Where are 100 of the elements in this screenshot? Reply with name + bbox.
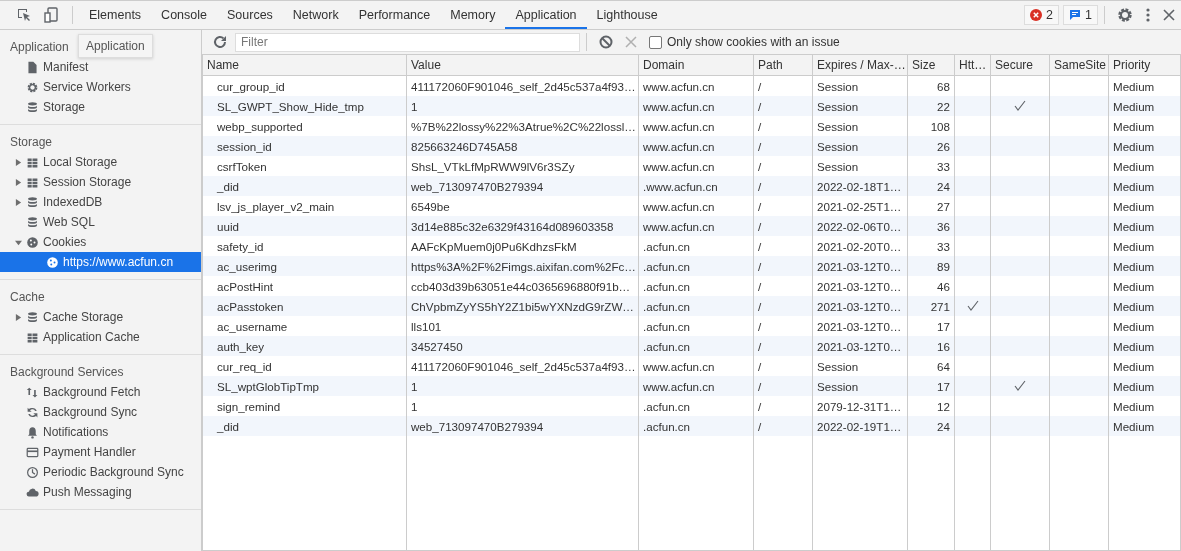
table-cell: acPasstoken	[217, 299, 284, 313]
table-row[interactable]: uuid 3d14e885c32e6329f43164d089603358 www.acfun.cn / 2022-02-06T0… 36 Medium	[202, 216, 1181, 236]
table-cell: auth_key	[217, 339, 265, 353]
inspect-icon[interactable]	[16, 7, 32, 23]
collapsed-arrow-icon[interactable]	[15, 198, 22, 206]
up-down-arrows-icon	[26, 385, 39, 399]
table-row[interactable]: _did web_713097470B279394 .www.acfun.cn / 2022-02-18T1… 24 Medium	[202, 176, 1181, 196]
table-cell: 33	[937, 239, 950, 253]
sidebar-item[interactable]: Notifications	[0, 422, 201, 442]
table-cell: 27	[937, 199, 950, 213]
section-title: Storage	[9, 134, 53, 151]
table-row[interactable]: _did web_713097470B279394 .acfun.cn / 2022-02-19T1… 24 Medium	[202, 416, 1181, 436]
table-cell: 1	[411, 99, 418, 113]
table-cell: AAFcKpMuem0j0Pu6KdhzsFkM	[411, 239, 577, 253]
sidebar-item[interactable]: https://www.acfun.cn	[0, 252, 201, 272]
table-row[interactable]: auth_key 34527450 .acfun.cn / 2021-03-12T0… 16 Medium	[202, 336, 1181, 356]
column-header[interactable]: Secure	[990, 55, 1050, 76]
table-cell: www.acfun.cn	[643, 199, 715, 213]
panel-tab[interactable]: Elements	[79, 1, 152, 29]
gear-icon	[26, 80, 39, 94]
close-icon[interactable]	[1163, 9, 1175, 21]
panel-tab[interactable]: Lighthouse	[586, 1, 668, 29]
table-cell: 33	[937, 159, 950, 173]
sidebar-item[interactable]: Web SQL	[0, 212, 201, 232]
messages-badge[interactable]: 1	[1063, 5, 1098, 25]
sidebar-item[interactable]: IndexedDB	[0, 192, 201, 212]
table-cell: 1	[411, 399, 418, 413]
table-cell: /	[758, 79, 762, 93]
table-cell: Medium	[1113, 279, 1155, 293]
table-cell: www.acfun.cn	[643, 359, 715, 373]
table-cell: sign_remind	[217, 399, 281, 413]
sidebar-item[interactable]: Manifest	[0, 57, 201, 77]
collapsed-arrow-icon[interactable]	[15, 178, 22, 186]
column-header[interactable]: Expires / Max-…	[812, 55, 908, 76]
table-cell: 825663246D745A58	[411, 139, 518, 153]
sidebar-item[interactable]: Service Workers	[0, 77, 201, 97]
table-cell: 16	[937, 339, 950, 353]
sidebar-item[interactable]: Local Storage	[0, 152, 201, 172]
cookie-icon	[46, 255, 59, 269]
table-cell: Session	[817, 99, 859, 113]
collapsed-arrow-icon[interactable]	[15, 158, 22, 166]
table-cell: 2021-02-25T1…	[817, 199, 902, 213]
filter-field[interactable]: Filter	[235, 32, 580, 52]
column-header[interactable]: Domain	[638, 55, 754, 76]
sidebar-item[interactable]: Background Sync	[0, 402, 201, 422]
table-cell: 64	[937, 359, 950, 373]
column-header[interactable]: Htt…	[954, 55, 991, 76]
panel-tab[interactable]: Network	[282, 1, 349, 29]
panel-tab[interactable]: Console	[151, 1, 217, 29]
column-header[interactable]: Priority	[1108, 55, 1181, 76]
column-header[interactable]: SameSite	[1049, 55, 1109, 76]
table-cell: /	[758, 419, 762, 433]
refresh-icon[interactable]	[213, 35, 227, 49]
column-header[interactable]: Size	[907, 55, 955, 76]
table-cell: /	[758, 259, 762, 273]
errors-badge[interactable]: 2	[1024, 5, 1060, 25]
device-icon[interactable]	[44, 7, 60, 23]
sidebar-item[interactable]: Application Cache	[0, 327, 201, 347]
table-cell: web_713097470B279394	[411, 179, 544, 193]
table-cell: 12	[937, 399, 950, 413]
sidebar-item[interactable]: Cookies	[0, 232, 201, 252]
panel-tab[interactable]: Memory	[440, 1, 506, 29]
table-cell: cur_group_id	[217, 79, 285, 93]
table-icon	[26, 175, 39, 189]
table-cell: %7B%22lossy%22%3Atrue%2C%22lossl…	[411, 119, 636, 133]
table-row[interactable]: SL_GWPT_Show_Hide_tmp 1 www.acfun.cn / Session 22 Medium	[202, 96, 1181, 116]
table-cell: csrfToken	[217, 159, 267, 173]
table-row[interactable]: acPasstoken ChVpbmZyYS5hY2Z1bi5wYXNzdG9rZW… .acfun.cn / 2021-03-12T0… 271 Medium	[202, 296, 1181, 316]
table-cell: 2022-02-18T1…	[817, 179, 902, 193]
sidebar-item[interactable]: Payment Handler	[0, 442, 201, 462]
checkbox[interactable]	[649, 35, 662, 49]
sidebar-item[interactable]: Push Messaging	[0, 482, 201, 502]
more-menu-icon[interactable]	[1145, 7, 1151, 23]
table-cell: 2021-03-12T0…	[817, 299, 902, 313]
sidebar-item[interactable]: Storage	[0, 97, 201, 117]
sidebar-item[interactable]: Cache Storage	[0, 307, 201, 327]
clear-all-icon[interactable]	[599, 35, 613, 49]
table-row[interactable]: session_id 825663246D745A58 www.acfun.cn / Session 26 Medium	[202, 136, 1181, 156]
table-cell: .acfun.cn	[643, 419, 691, 433]
sidebar-item[interactable]: Session Storage	[0, 172, 201, 192]
column-header[interactable]: Name	[202, 55, 407, 76]
panel-tab[interactable]: Sources	[217, 1, 283, 29]
collapsed-arrow-icon[interactable]	[15, 313, 22, 321]
bell-icon	[26, 425, 39, 439]
settings-icon[interactable]	[1117, 7, 1133, 23]
panel-tab[interactable]: Performance	[348, 1, 441, 29]
table-cell: .acfun.cn	[643, 399, 691, 413]
table-cell: Medium	[1113, 79, 1155, 93]
sidebar-item[interactable]: Background Fetch	[0, 382, 201, 402]
sidebar-item[interactable]: Periodic Background Sync	[0, 462, 201, 482]
table-row[interactable]: SL_wptGlobTipTmp 1 www.acfun.cn / Session 17 Medium	[202, 376, 1181, 396]
expanded-arrow-icon[interactable]	[15, 238, 22, 246]
table-row[interactable]: ac_userimg https%3A%2F%2Fimgs.aixifan.com%2Fc… .acfun.cn / 2021-03-12T0… 89 Medium	[202, 256, 1181, 276]
table-cell: 1	[411, 379, 418, 393]
table-cell: lsv_js_player_v2_main	[217, 199, 335, 213]
column-header[interactable]: Path	[753, 55, 813, 76]
message-count: 1	[1085, 8, 1092, 22]
table-cell: _did	[217, 179, 239, 193]
column-header[interactable]: Value	[406, 55, 639, 76]
message-icon	[1069, 9, 1082, 21]
